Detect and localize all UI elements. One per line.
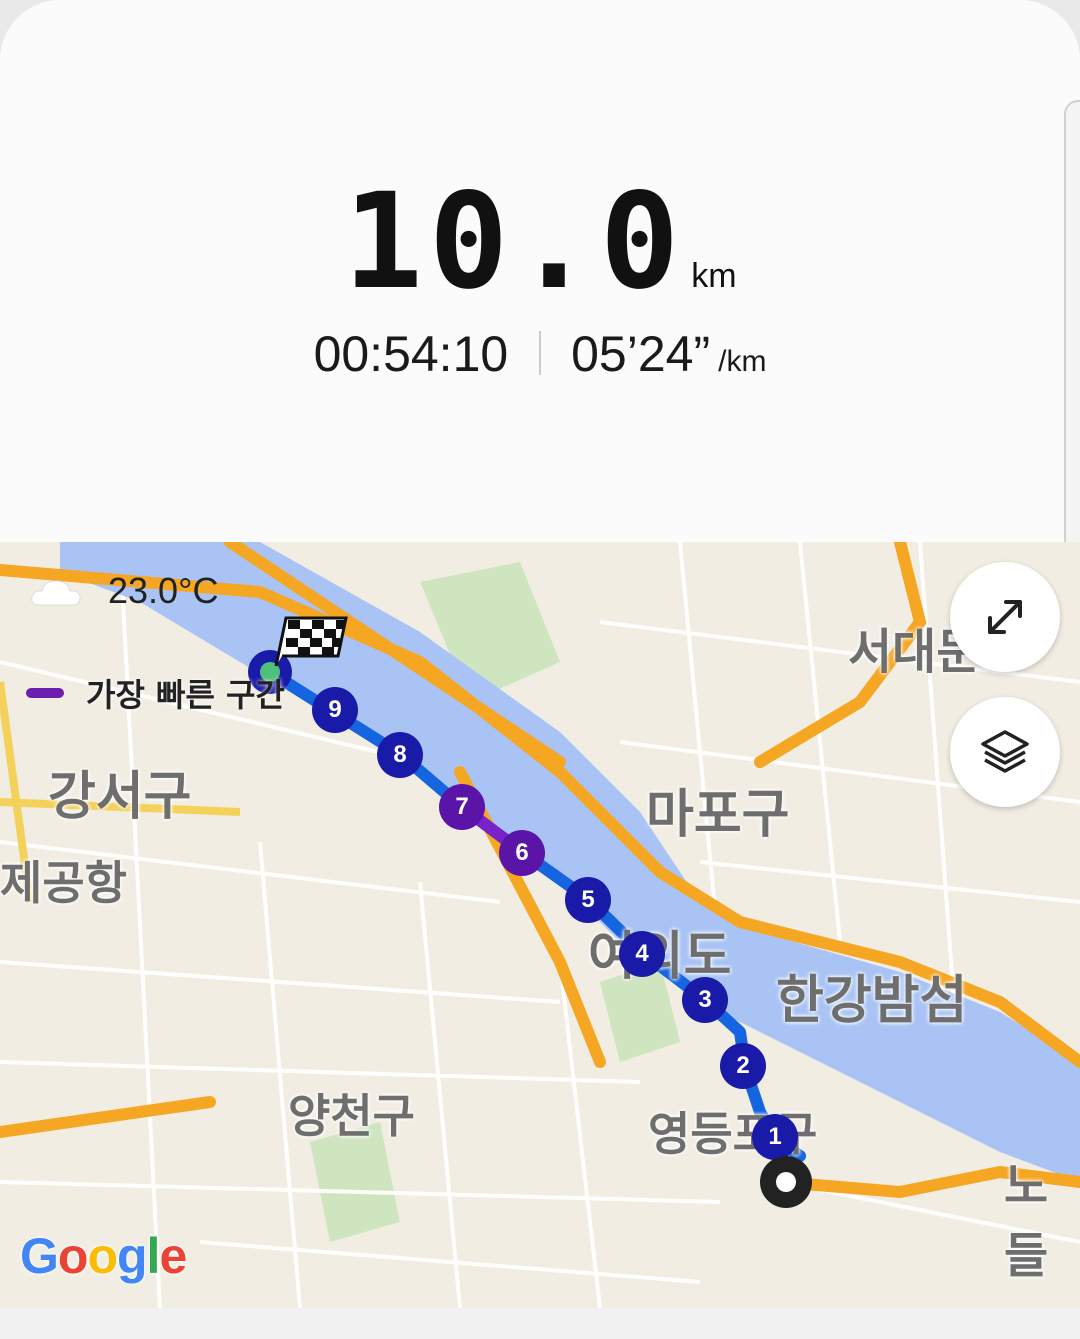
- distance-display: 10.0 km: [0, 165, 1080, 319]
- map-label-bamseom: 한강밤섬: [776, 971, 968, 1031]
- layers-icon: [981, 730, 1029, 773]
- split-marker-2[interactable]: 2: [720, 1043, 766, 1089]
- google-logo: Google: [20, 1228, 187, 1284]
- map-label-airport: 제공항: [0, 856, 127, 910]
- map-label-gangseo: 강서구: [48, 767, 192, 827]
- start-marker-icon: [760, 1156, 812, 1208]
- split-marker-1[interactable]: 1: [752, 1114, 798, 1160]
- temperature-value: 23.0°C: [108, 570, 219, 611]
- expand-map-button[interactable]: [950, 562, 1060, 672]
- legend-swatch: [26, 688, 64, 698]
- pace-value: 05’24”: [571, 326, 711, 382]
- distance-unit: km: [691, 257, 737, 295]
- map-label-nodeul: 노들: [1004, 1158, 1049, 1284]
- stats-divider: [538, 331, 541, 375]
- distance-value: 10.0: [343, 165, 686, 319]
- legend-label: 가장 빠른 구간: [86, 676, 285, 714]
- split-marker-9[interactable]: 9: [312, 687, 358, 733]
- side-panel-handle[interactable]: [1064, 100, 1080, 564]
- split-marker-4[interactable]: 4: [619, 931, 665, 977]
- weather-info: 23.0°C: [30, 570, 218, 612]
- split-marker-7[interactable]: 7: [439, 784, 485, 830]
- expand-icon: [988, 600, 1022, 634]
- split-marker-6[interactable]: 6: [499, 830, 545, 876]
- map-label-yangcheon: 양천구: [288, 1089, 415, 1143]
- split-marker-5[interactable]: 5: [565, 877, 611, 923]
- cloud-icon: [30, 577, 82, 606]
- map-label-mapo: 마포구: [646, 785, 790, 845]
- stats-row: 00:54:10 05’24”/km: [0, 325, 1080, 383]
- route-map[interactable]: 서대문 강서구 제공항 마포구 여의도 한강밤섬 양천구 영등포구 노들 23.…: [0, 542, 1080, 1308]
- pace-unit: /km: [718, 345, 767, 378]
- checkered-flag-icon: [272, 612, 350, 672]
- fastest-segment-legend: 가장 빠른 구간: [26, 670, 285, 716]
- split-marker-8[interactable]: 8: [377, 732, 423, 778]
- duration-value: 00:54:10: [313, 326, 509, 382]
- map-layers-button[interactable]: [950, 697, 1060, 807]
- split-marker-3[interactable]: 3: [682, 977, 728, 1023]
- bottom-margin: [0, 1308, 1080, 1339]
